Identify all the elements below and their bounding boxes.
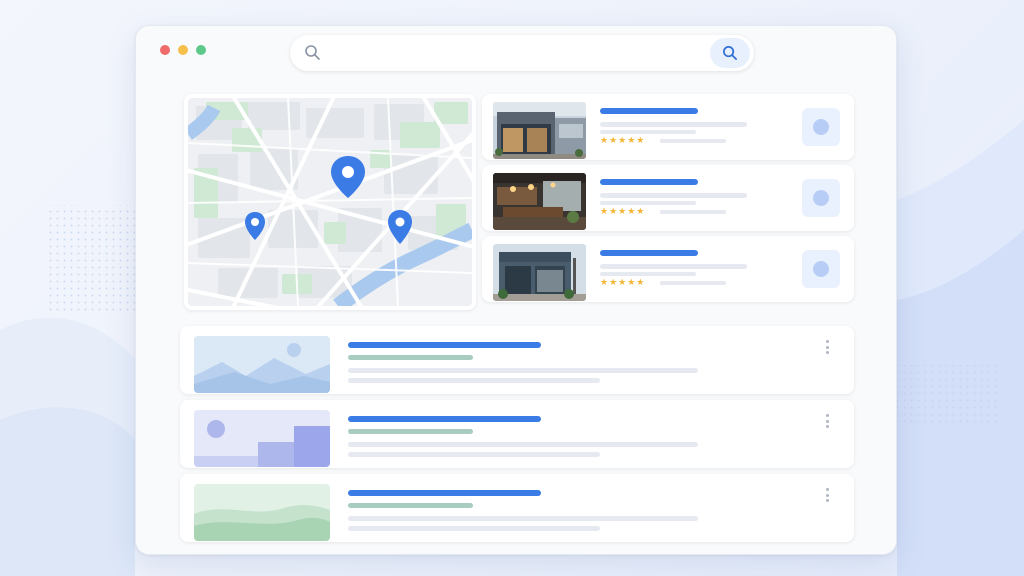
result-title-placeholder <box>348 342 541 348</box>
place-meta-placeholder <box>660 281 726 285</box>
result-card[interactable] <box>180 474 854 542</box>
place-text-placeholder <box>600 201 696 205</box>
place-card[interactable]: ★★★★★ <box>482 165 854 231</box>
search-bar <box>290 35 754 71</box>
place-title-placeholder <box>600 108 698 114</box>
browser-window: ★★★★★ ★★★★★ ★★★★★ <box>135 25 897 555</box>
rating-stars: ★★★★★ <box>600 206 646 216</box>
mountain-landscape-placeholder <box>194 336 330 393</box>
result-list <box>180 326 854 548</box>
green-hills-placeholder <box>194 484 330 541</box>
result-subtitle-placeholder <box>348 503 473 508</box>
result-text-placeholder <box>348 516 698 521</box>
result-text-placeholder <box>348 452 600 457</box>
search-input[interactable] <box>330 41 690 65</box>
search-icon <box>305 45 320 60</box>
place-text-placeholder <box>600 122 747 127</box>
place-meta-placeholder <box>660 139 726 143</box>
result-text-placeholder <box>348 442 698 447</box>
result-card[interactable] <box>180 326 854 394</box>
result-card[interactable] <box>180 400 854 468</box>
storefront-photo <box>493 102 586 159</box>
place-text-placeholder <box>600 272 696 276</box>
storefront-photo <box>493 244 586 301</box>
result-text-placeholder <box>348 368 698 373</box>
minimize-window-button[interactable] <box>178 45 188 55</box>
window-controls <box>160 45 206 55</box>
more-vertical-icon[interactable] <box>824 414 830 428</box>
result-subtitle-placeholder <box>348 355 473 360</box>
place-text-placeholder <box>600 130 696 134</box>
place-title-placeholder <box>600 179 698 185</box>
close-window-button[interactable] <box>160 45 170 55</box>
map-panel <box>184 94 476 310</box>
place-title-placeholder <box>600 250 698 256</box>
place-action-button[interactable] <box>802 108 840 146</box>
result-title-placeholder <box>348 490 541 496</box>
restaurant-interior-photo <box>493 173 586 230</box>
map-view[interactable] <box>188 98 472 306</box>
place-card[interactable]: ★★★★★ <box>482 94 854 160</box>
place-text-placeholder <box>600 193 747 198</box>
place-card[interactable]: ★★★★★ <box>482 236 854 302</box>
maximize-window-button[interactable] <box>196 45 206 55</box>
search-icon <box>723 46 737 60</box>
place-text-placeholder <box>600 264 747 269</box>
result-subtitle-placeholder <box>348 429 473 434</box>
result-title-placeholder <box>348 416 541 422</box>
more-vertical-icon[interactable] <box>824 488 830 502</box>
rating-stars: ★★★★★ <box>600 277 646 287</box>
place-action-button[interactable] <box>802 250 840 288</box>
place-list: ★★★★★ ★★★★★ ★★★★★ <box>482 94 854 307</box>
place-meta-placeholder <box>660 210 726 214</box>
more-vertical-icon[interactable] <box>824 340 830 354</box>
result-text-placeholder <box>348 526 600 531</box>
bar-graphic-placeholder <box>194 410 330 467</box>
rating-stars: ★★★★★ <box>600 135 646 145</box>
result-text-placeholder <box>348 378 600 383</box>
search-button[interactable] <box>710 38 750 68</box>
place-action-button[interactable] <box>802 179 840 217</box>
